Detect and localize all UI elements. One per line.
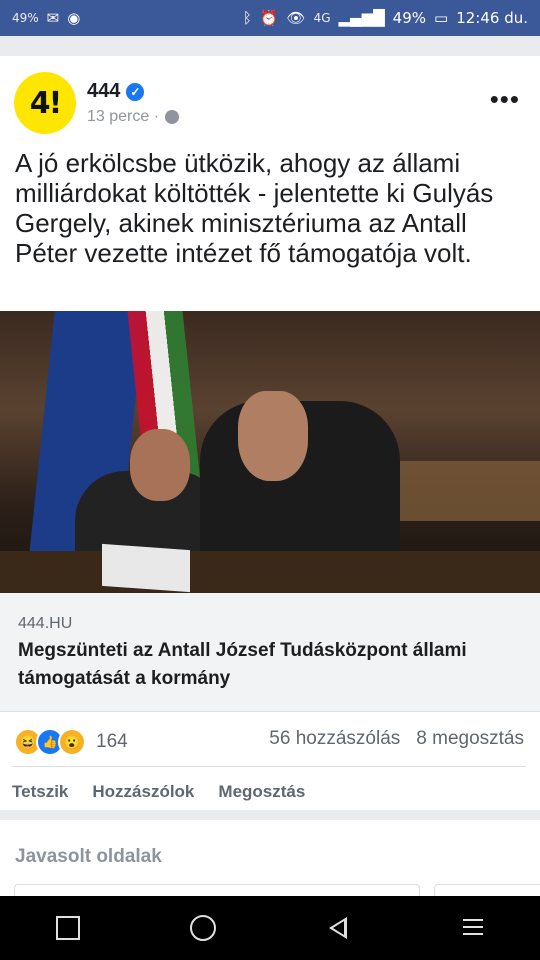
link-preview-image[interactable] [0, 311, 540, 593]
comments-count[interactable]: 56 hozzászólás [269, 728, 400, 750]
engagement-counts: 56 hozzászólás 8 megosztás [269, 728, 524, 750]
link-title: Megszünteti az Antall József Tudásközpon… [18, 640, 467, 689]
signal-icon: ▂▄▆█ [338, 9, 385, 27]
status-bar: 49% ✉ ◉ ᛒ ⏰ 👁 4G ▂▄▆█ 49% ▭ 12:46 du. [0, 0, 540, 36]
globe-icon [165, 110, 180, 124]
post-time[interactable]: 13 perce · [87, 108, 159, 126]
page-name-link[interactable]: 444 ✓ [87, 80, 145, 103]
person-right-head [238, 391, 308, 481]
reactions-count: 164 [96, 731, 128, 752]
nameplate [102, 543, 190, 593]
clock: 12:46 du. [456, 9, 528, 27]
recent-apps-button[interactable] [48, 908, 88, 948]
square-icon [55, 916, 80, 940]
avatar-logo-text: 4! [29, 85, 63, 121]
eye-icon: 👁 [286, 9, 306, 27]
reactions-summary[interactable]: 😆 👍 😮 164 [14, 728, 128, 756]
comment-button[interactable]: Hozzászólok [92, 782, 194, 802]
battery-icon: ▭ [434, 9, 449, 27]
circle-icon [189, 915, 216, 941]
android-nav-bar [0, 896, 540, 960]
battery-small-text: 49% [12, 11, 39, 25]
post-meta: 13 perce · [87, 108, 180, 126]
suggested-pages: Javasolt oldalak [0, 820, 540, 905]
app-icon: ◉ [67, 9, 81, 27]
conference-table [0, 551, 540, 593]
suggested-pages-title: Javasolt oldalak [15, 846, 162, 867]
divider [12, 766, 526, 767]
link-domain: 444.HU [18, 615, 73, 632]
back-button[interactable] [318, 908, 358, 948]
pull-down-icon [462, 917, 483, 939]
feed-post: 4! 444 ✓ 13 perce · ••• A jó erkölcsbe ü… [0, 56, 540, 810]
alarm-icon: ⏰ [259, 9, 279, 27]
person-left-head [130, 429, 190, 501]
page-avatar[interactable]: 4! [14, 72, 76, 134]
network-label: 4G [313, 11, 331, 25]
mail-icon: ✉ [46, 9, 60, 27]
bluetooth-icon: ᛒ [242, 9, 252, 27]
notification-pull-button[interactable] [453, 908, 493, 948]
feed-gap [0, 36, 540, 56]
like-button[interactable]: Tetszik [12, 782, 68, 802]
shares-count[interactable]: 8 megosztás [416, 728, 524, 750]
link-preview-box[interactable]: 444.HU Megszünteti az Antall József Tudá… [0, 593, 540, 712]
battery-percent: 49% [392, 9, 427, 27]
post-text: A jó erkölcsbe ütközik, ahogy az állami … [15, 148, 494, 268]
home-button[interactable] [183, 908, 223, 948]
post-actions: Tetszik Hozzászólok Megosztás [12, 782, 305, 802]
more-options-icon[interactable]: ••• [490, 84, 520, 115]
share-button[interactable]: Megosztás [218, 782, 305, 802]
back-triangle-icon [328, 917, 347, 939]
wow-reaction-icon: 😮 [58, 728, 86, 756]
verified-badge-icon: ✓ [126, 82, 145, 101]
page-name: 444 [87, 80, 121, 102]
